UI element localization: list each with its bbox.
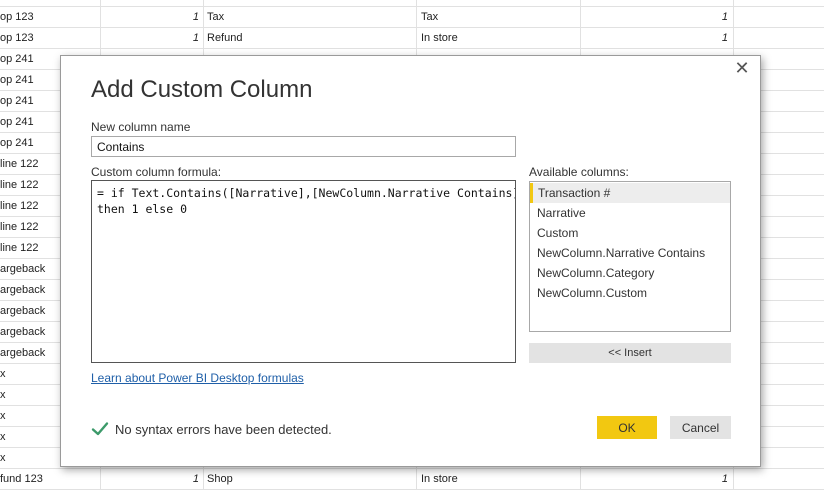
available-columns-label: Available columns: xyxy=(529,165,629,179)
column-name-input[interactable] xyxy=(91,136,516,157)
insert-button[interactable]: << Insert xyxy=(529,343,731,363)
available-columns-list[interactable]: Transaction # Narrative Custom NewColumn.Na… xyxy=(529,181,731,332)
cancel-button[interactable]: Cancel xyxy=(670,416,731,439)
available-column-item[interactable]: NewColumn.Custom xyxy=(530,283,730,303)
available-column-item[interactable]: NewColumn.Narrative Contains xyxy=(530,243,730,263)
checkmark-icon xyxy=(91,422,109,436)
dialog-title: Add Custom Column xyxy=(91,76,313,103)
available-column-item[interactable]: NewColumn.Category xyxy=(530,263,730,283)
add-custom-column-dialog: Add Custom Column ✕ New column name Cust… xyxy=(60,55,761,467)
ok-button[interactable]: OK xyxy=(597,416,657,439)
syntax-status-text: No syntax errors have been detected. xyxy=(115,421,332,437)
available-column-item[interactable]: Transaction # xyxy=(530,183,730,203)
available-column-item[interactable]: Custom xyxy=(530,223,730,243)
available-column-item[interactable]: Narrative xyxy=(530,203,730,223)
close-icon[interactable]: ✕ xyxy=(734,59,750,77)
formula-label: Custom column formula: xyxy=(91,165,222,179)
formula-editor[interactable]: = if Text.Contains([Narrative],[NewColum… xyxy=(91,180,516,363)
syntax-status: No syntax errors have been detected. xyxy=(91,420,332,438)
learn-formulas-link[interactable]: Learn about Power BI Desktop formulas xyxy=(91,371,304,385)
column-name-label: New column name xyxy=(91,120,191,134)
